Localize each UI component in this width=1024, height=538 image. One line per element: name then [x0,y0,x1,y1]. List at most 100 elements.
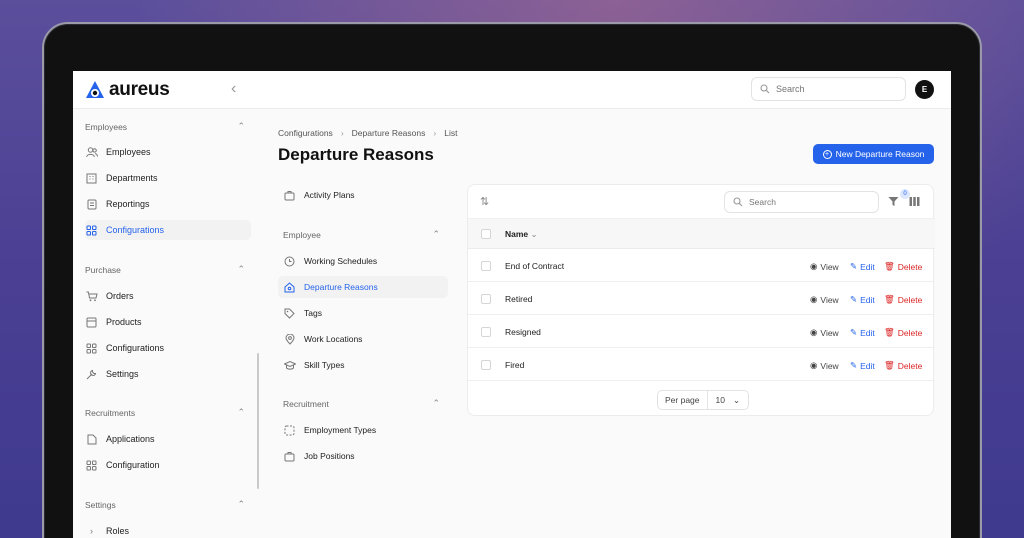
edit-button[interactable]: ✎ Edit [850,261,875,272]
subnav-group-employee[interactable]: Employee ⌃ [283,229,440,240]
breadcrumb-item[interactable]: Configurations [278,128,333,138]
view-button[interactable]: ◉ View [810,261,839,272]
breadcrumb: Configurations › Departure Reasons › Lis… [278,128,457,138]
table-search[interactable] [724,191,879,213]
chevron-right-icon: › [433,128,437,138]
sidebar-item-label: Configuration [106,460,160,470]
sidebar-item-purchase-configurations[interactable]: Configurations [85,338,251,358]
action-label: View [820,327,839,338]
view-button[interactable]: ◉ View [810,294,839,305]
subnav-item-employment-types[interactable]: Employment Types [278,419,448,441]
collapse-sidebar-icon[interactable]: ‹ [231,80,236,98]
chevron-down-icon: ⌄ [732,394,741,405]
home-icon [283,281,296,294]
sidebar-item-departments[interactable]: Departments [85,168,251,188]
sidebar-group-recruitments[interactable]: Recruitments ⌃ [85,407,245,418]
table-search-input[interactable] [749,197,859,207]
sidebar-item-applications[interactable]: Applications [85,429,251,449]
chevron-up-icon: ⌃ [237,499,245,509]
edit-button[interactable]: ✎ Edit [850,294,875,305]
subnav-item-departure-reasons[interactable]: Departure Reasons [278,276,448,298]
delete-button[interactable]: 🗑 Delete [884,261,922,272]
per-page-selector[interactable]: Per page 10 ⌄ [657,390,750,410]
edit-button[interactable]: ✎ Edit [850,360,875,371]
chevron-right-icon: › [340,128,344,138]
global-search[interactable] [751,77,906,101]
table-row[interactable]: Fired ◉ View ✎ Edit 🗑 Delete [468,348,935,381]
sidebar-item-roles[interactable]: › Roles [85,521,251,538]
subnav-item-activity-plans[interactable]: Activity Plans [278,184,448,206]
new-departure-reason-button[interactable]: + New Departure Reason [813,144,934,164]
per-page-select[interactable]: 10 ⌄ [708,391,749,409]
tag-icon [283,307,296,320]
logo[interactable]: aureus [85,79,170,101]
sidebar-item-settings[interactable]: Settings [85,364,251,384]
column-header-name[interactable]: Name ⌄ [505,229,538,240]
row-name: End of Contract [505,261,565,271]
subnav-group-recruitment[interactable]: Recruitment ⌃ [283,398,440,409]
subnav-item-tags[interactable]: Tags [278,302,448,324]
building-icon [85,172,98,185]
view-button[interactable]: ◉ View [810,360,839,371]
table-row[interactable]: End of Contract ◉ View ✎ Edit 🗑 Delete [468,249,935,282]
sidebar-group-title: Recruitments [85,408,136,418]
cart-icon [85,290,98,303]
subnav-item-job-positions[interactable]: Job Positions [278,445,448,467]
subnav-group-title: Recruitment [283,399,329,409]
trash-icon: 🗑 [884,294,895,304]
subnav-item-skill-types[interactable]: Skill Types [278,354,448,376]
row-checkbox[interactable] [481,261,491,271]
breadcrumb-item[interactable]: Departure Reasons [352,128,426,138]
sidebar-item-products[interactable]: Products [85,312,251,332]
action-label: View [820,360,839,371]
per-page-label: Per page [658,391,708,409]
row-checkbox[interactable] [481,327,491,337]
app-screen: aureus ‹ E Employees ⌃ Employees Departme… [73,71,951,538]
sidebar-group-purchase[interactable]: Purchase ⌃ [85,264,245,275]
chevron-up-icon: ⌃ [237,407,245,417]
table-header: Name ⌄ [468,219,935,249]
subnav-item-work-locations[interactable]: Work Locations [278,328,448,350]
sidebar-group-title: Settings [85,500,116,510]
sort-icon[interactable]: ⇅ [480,195,489,208]
action-label: View [820,261,839,272]
select-all-checkbox[interactable] [481,229,491,239]
delete-button[interactable]: 🗑 Delete [884,294,922,305]
chevron-up-icon: ⌃ [237,121,245,131]
row-name: Retired [505,294,533,304]
map-pin-icon [283,333,296,346]
delete-button[interactable]: 🗑 Delete [884,360,922,371]
per-page-value: 10 [715,395,725,405]
filter-icon[interactable] [888,196,899,207]
user-avatar[interactable]: E [915,80,934,99]
columns-icon[interactable] [909,196,920,207]
sidebar-item-employees[interactable]: Employees [85,142,251,162]
table-row[interactable]: Resigned ◉ View ✎ Edit 🗑 Delete [468,315,935,348]
subnav-item-working-schedules[interactable]: Working Schedules [278,250,448,272]
sidebar-scrollbar[interactable] [257,353,259,489]
edit-button[interactable]: ✎ Edit [850,327,875,338]
sidebar-group-settings[interactable]: Settings ⌃ [85,499,245,510]
trash-icon: 🗑 [884,261,895,271]
sidebar-group-employees[interactable]: Employees ⌃ [85,121,245,132]
subnav-item-label: Job Positions [304,451,355,461]
grid-icon [85,459,98,472]
row-name: Fired [505,360,525,370]
sidebar-item-orders[interactable]: Orders [85,286,251,306]
subnav-item-label: Working Schedules [304,256,378,266]
global-search-input[interactable] [776,84,886,94]
action-label: Delete [897,294,923,305]
view-button[interactable]: ◉ View [810,327,839,338]
row-checkbox[interactable] [481,360,491,370]
table-row[interactable]: Retired ◉ View ✎ Edit 🗑 Delete [468,282,935,315]
row-checkbox[interactable] [481,294,491,304]
edit-icon: ✎ [850,327,858,337]
breadcrumb-item: List [444,128,458,138]
sidebar-item-reportings[interactable]: Reportings [85,194,251,214]
chevron-down-icon: ⌄ [530,229,538,239]
chevron-up-icon: ⌃ [432,398,440,408]
subnav-item-label: Activity Plans [304,190,355,200]
delete-button[interactable]: 🗑 Delete [884,327,922,338]
sidebar-item-configurations[interactable]: Configurations [85,220,251,240]
sidebar-item-configuration[interactable]: Configuration [85,455,251,475]
